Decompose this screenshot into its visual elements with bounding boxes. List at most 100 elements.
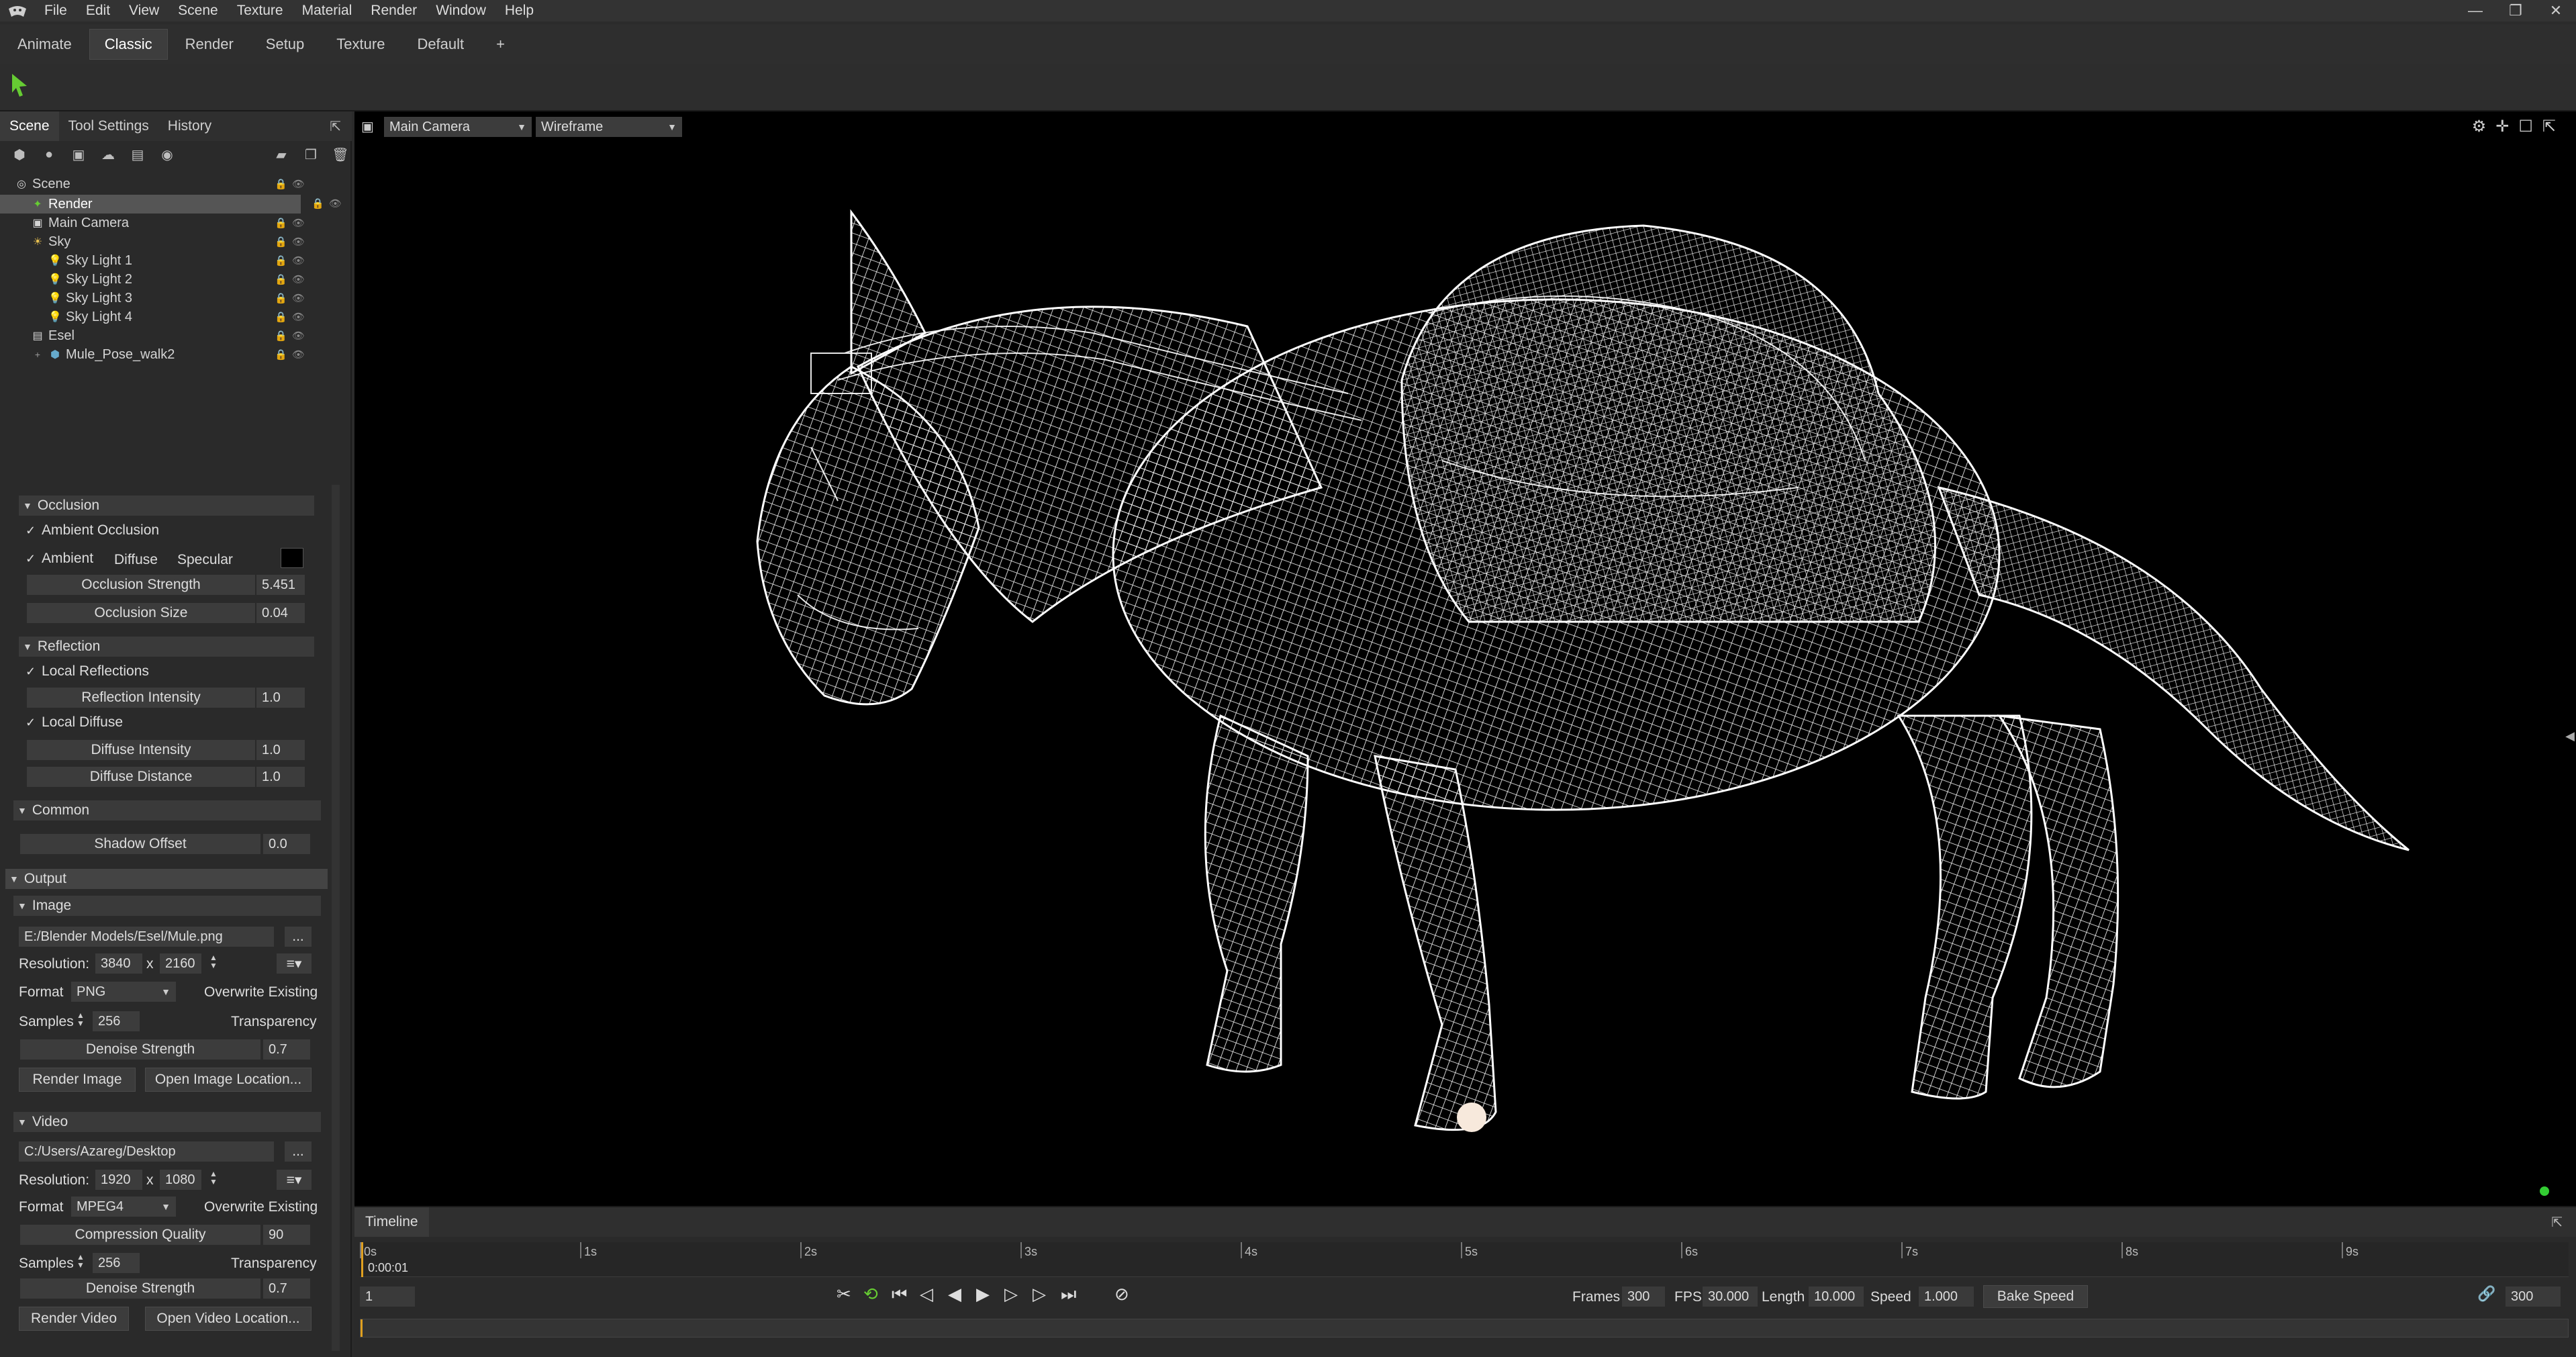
image-path-field[interactable]: E:/Blender Models/Esel/Mule.png [19,927,274,947]
diffuse-intensity-value[interactable]: 1.0 [256,740,305,760]
eye-icon[interactable]: 👁 [292,273,305,285]
tree-item-sky-light-4[interactable]: 💡 Sky Light 4 🔒 👁 [0,308,336,326]
shadow-offset-slider[interactable]: Shadow Offset [20,834,260,854]
video-denoise-slider[interactable]: Denoise Strength [20,1278,260,1299]
lock-icon[interactable]: 🔒 [312,197,324,209]
add-sky-icon[interactable]: ☁ [98,144,118,165]
lock-icon[interactable]: 🔒 [275,330,287,342]
menu-scene[interactable]: Scene [169,3,228,19]
timeline-scrubber[interactable] [360,1319,2569,1338]
delete-icon[interactable]: 🗑 [330,144,350,165]
menu-view[interactable]: View [120,3,169,19]
folder-icon[interactable]: ▰ [271,144,291,165]
tree-item-sky-light-3[interactable]: 💡 Sky Light 3 🔒 👁 [0,289,336,308]
undock-icon[interactable]: ⇱ [330,118,341,135]
shadow-offset-value[interactable]: 0.0 [263,834,310,854]
tab-classic[interactable]: Classic [89,29,168,60]
tab-history[interactable]: History [158,111,221,141]
length-field[interactable]: 10.000 [1809,1286,1864,1307]
lock-icon[interactable]: 🔒 [275,254,287,267]
bake-speed-button[interactable]: Bake Speed [1983,1285,2088,1308]
speed-field[interactable]: 1.000 [1919,1286,1974,1307]
lock-icon[interactable]: 🔒 [275,236,287,248]
tab-texture[interactable]: Texture [322,29,399,60]
video-samples-field[interactable]: 256 [93,1253,140,1273]
menu-texture[interactable]: Texture [228,3,293,19]
add-environment-icon[interactable]: ▤ [128,144,148,165]
occlusion-size-slider[interactable]: Occlusion Size [27,603,255,623]
height-stepper-icon[interactable]: ▲ ▼ [209,1170,218,1186]
resolution-preset-button[interactable]: ≡▾ [277,953,312,974]
eye-icon[interactable]: 👁 [292,330,305,342]
step-forward-icon[interactable]: ▷ [1004,1284,1018,1305]
occlusion-color-swatch[interactable] [281,548,303,568]
local-diffuse-checkbox[interactable]: ✓ Local Diffuse [26,714,123,731]
render-video-button[interactable]: Render Video [19,1307,129,1331]
video-overwrite-checkbox[interactable]: Overwrite Existing [188,1199,318,1215]
reflection-intensity-slider[interactable]: Reflection Intensity [27,688,255,708]
record-icon[interactable]: ⊘ [1114,1284,1129,1305]
image-width-field[interactable]: 3840 [95,953,142,974]
tree-item-sky-light-1[interactable]: 💡 Sky Light 1 🔒 👁 [0,251,336,270]
eye-icon[interactable]: 👁 [292,178,305,190]
compression-quality-slider[interactable]: Compression Quality [20,1225,260,1245]
image-transparency-checkbox[interactable]: Transparency [215,1014,317,1030]
duplicate-icon[interactable]: ❐ [301,144,321,165]
minimize-button[interactable]: — [2455,2,2495,19]
cut-icon[interactable]: ✂ [837,1284,851,1305]
frames-field[interactable]: 300 [1622,1286,1665,1307]
properties-scrollbar[interactable] [332,485,340,1351]
samples-stepper-icon[interactable]: ▲ ▼ [77,1253,85,1269]
tree-item-mule-pose-walk2[interactable]: + ⬢ Mule_Pose_walk2 🔒 👁 [0,345,336,364]
video-height-field[interactable]: 1080 [160,1170,201,1190]
tree-item-sky-light-2[interactable]: 💡 Sky Light 2 🔒 👁 [0,270,336,289]
open-video-location-button[interactable]: Open Video Location... [145,1307,312,1331]
current-frame-field[interactable]: 1 [360,1286,415,1307]
menu-window[interactable]: Window [426,3,495,19]
video-denoise-value[interactable]: 0.7 [263,1278,310,1299]
image-format-dropdown[interactable]: PNG ▼ [71,982,176,1002]
link-icon[interactable]: 🔗 [2477,1285,2495,1303]
add-light-icon[interactable]: ● [39,144,59,165]
step-back-icon[interactable]: ◀ [948,1284,961,1305]
playhead[interactable] [361,1242,363,1277]
ambient-checkbox[interactable]: ✓ Ambient [26,551,93,567]
lock-icon[interactable]: 🔒 [275,273,287,285]
resolution-preset-button[interactable]: ≡▾ [277,1170,312,1190]
image-browse-button[interactable]: ... [285,927,312,947]
loop-icon[interactable]: ⟲ [863,1284,878,1305]
specular-option[interactable]: Specular [177,552,233,568]
restore-button[interactable]: ❐ [2495,2,2536,19]
eye-icon[interactable]: 👁 [292,292,305,304]
3d-viewport[interactable]: ▣ Main Camera ▼ Wireframe ▼ ⚙ ✛ ☐ ⇱ ◀ [354,111,2576,1206]
timeline-ruler[interactable]: 0s 1s 2s 3s 4s 5s 6s 7s 8s 9s 0:00:01 [360,1242,2569,1277]
select-tool-icon[interactable] [9,73,30,103]
tree-item-scene[interactable]: ◎ Scene 🔒 👁 [0,175,336,193]
section-image[interactable]: ▼ Image [13,896,321,916]
video-transparency-checkbox[interactable]: Transparency [215,1256,317,1272]
occlusion-size-value[interactable]: 0.04 [256,603,305,623]
image-overwrite-checkbox[interactable]: Overwrite Existing [188,984,318,1000]
play-icon[interactable]: ▶ [976,1284,990,1305]
section-video[interactable]: ▼ Video [13,1112,321,1132]
tab-render[interactable]: Render [171,29,248,60]
section-output[interactable]: ▼ Output [5,869,328,889]
fps-field[interactable]: 30.000 [1703,1286,1758,1307]
occlusion-strength-value[interactable]: 5.451 [256,575,305,595]
section-common[interactable]: ▼ Common [13,800,321,821]
compression-quality-value[interactable]: 90 [263,1225,310,1245]
expand-icon[interactable]: + [31,348,44,361]
image-denoise-value[interactable]: 0.7 [263,1039,310,1060]
reflection-intensity-value[interactable]: 1.0 [256,688,305,708]
next-key-icon[interactable]: ▷ [1033,1284,1046,1305]
tree-item-esel[interactable]: ▤ Esel 🔒 👁 [0,326,336,345]
video-browse-button[interactable]: ... [285,1141,312,1162]
eye-icon[interactable]: 👁 [329,197,342,209]
tab-tool-settings[interactable]: Tool Settings [59,111,158,141]
samples-stepper-icon[interactable]: ▲ ▼ [77,1011,85,1027]
local-reflections-checkbox[interactable]: ✓ Local Reflections [26,663,149,680]
lock-icon[interactable]: 🔒 [275,292,287,304]
menu-render[interactable]: Render [361,3,426,19]
menu-file[interactable]: File [35,3,77,19]
ambient-occlusion-checkbox[interactable]: ✓ Ambient Occlusion [26,522,159,539]
